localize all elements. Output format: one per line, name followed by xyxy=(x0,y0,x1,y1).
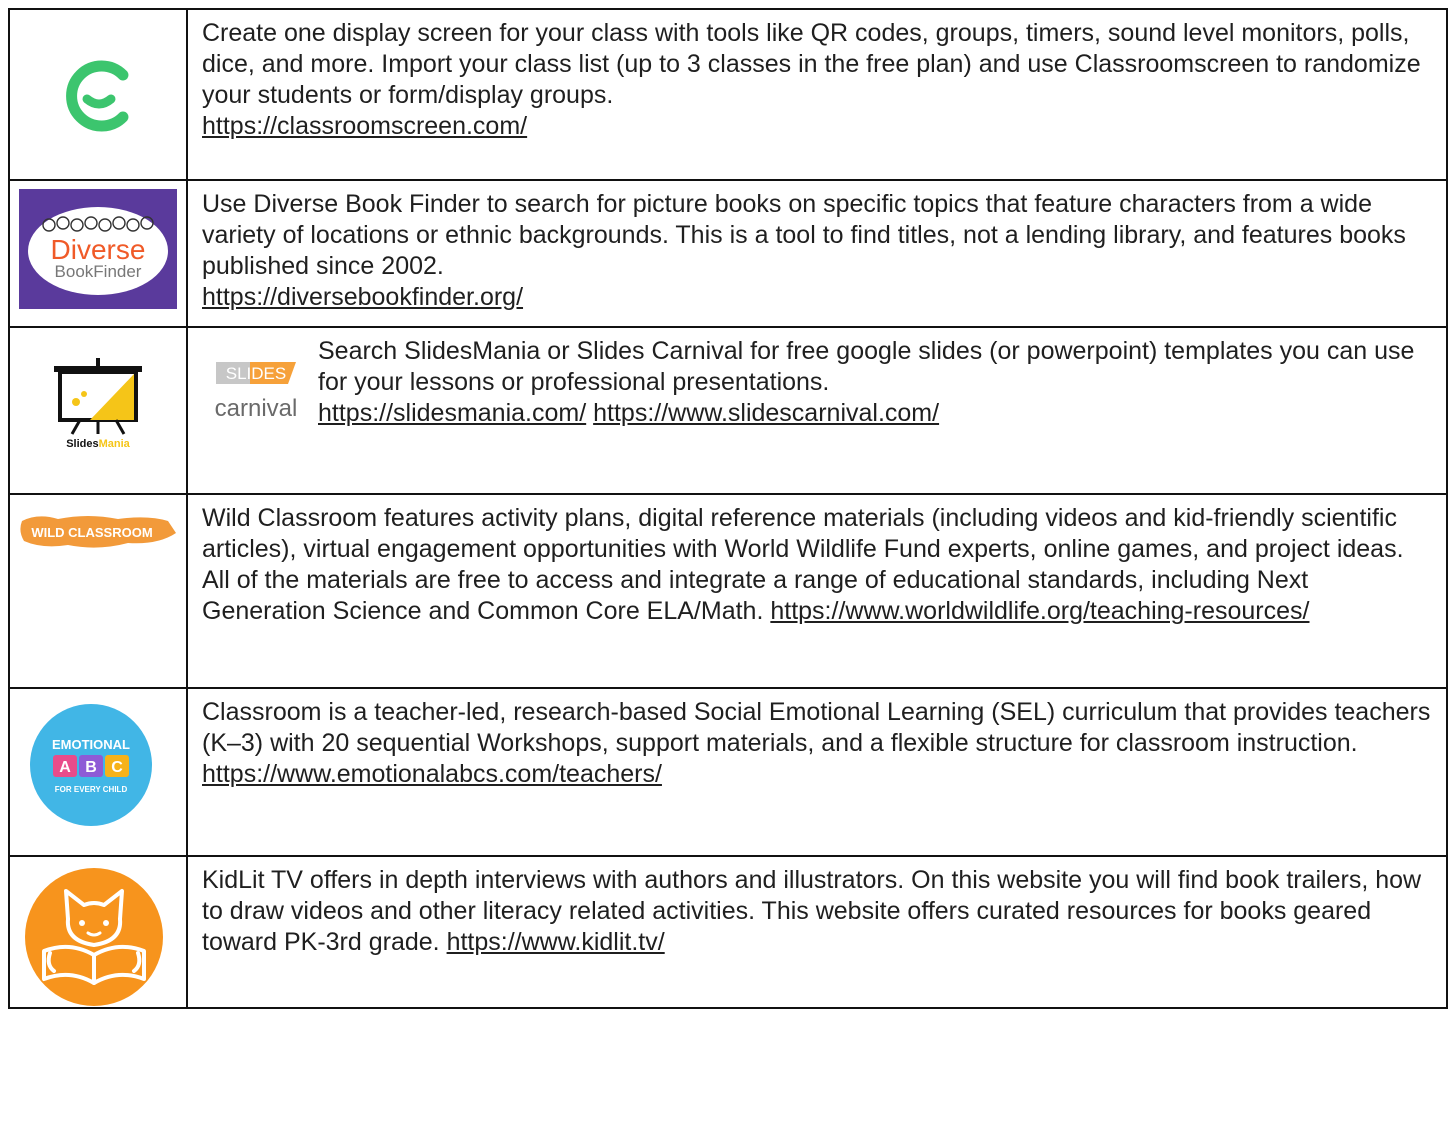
resource-link[interactable]: https://www.emotionalabcs.com/teachers/ xyxy=(202,760,662,788)
slides-carnival-logo: SLIDES carnival xyxy=(215,362,298,422)
wild-classroom-logo: WILD CLASSROOM xyxy=(20,516,177,548)
resource-description: Use Diverse Book Finder to search for pi… xyxy=(202,190,1406,280)
resource-description: Classroom is a teacher-led, research-bas… xyxy=(202,698,1431,757)
slidesmania-logo: SlidesMania xyxy=(54,358,142,448)
logo-subtext: FOR EVERY CHILD xyxy=(55,785,128,794)
logo-letter: C xyxy=(111,759,123,776)
description-cell: Create one display screen for your class… xyxy=(186,8,1448,181)
logo-text: SLIDES xyxy=(226,364,286,383)
kidlit-tv-logo xyxy=(25,868,163,1006)
table-row: KidLit TV offers in depth interviews wit… xyxy=(8,855,1448,1009)
resource-link[interactable]: https://slidesmania.com/ xyxy=(318,399,586,427)
diverse-bookfinder-logo: Diverse BookFinder xyxy=(19,189,177,309)
table-row: Diverse BookFinder Use Diverse Book Find… xyxy=(8,179,1448,328)
description-cell: Wild Classroom features activity plans, … xyxy=(186,493,1448,689)
resource-description: Create one display screen for your class… xyxy=(202,19,1421,109)
logo-cell: Diverse BookFinder xyxy=(8,179,188,328)
description-cell: KidLit TV offers in depth interviews wit… xyxy=(186,855,1448,1009)
description-cell: Classroom is a teacher-led, research-bas… xyxy=(186,687,1448,857)
classroomscreen-logo xyxy=(66,60,129,132)
resource-description: KidLit TV offers in depth interviews wit… xyxy=(202,866,1422,956)
svg-text:SlidesMania: SlidesMania xyxy=(66,438,130,448)
description-cell: SLIDES carnival Search SlidesMania or Sl… xyxy=(186,326,1448,495)
table-row: Create one display screen for your class… xyxy=(8,8,1448,181)
logo-cell xyxy=(8,8,188,181)
logo-letter: A xyxy=(59,759,71,776)
emotional-abcs-logo: EMOTIONAL A B C FOR EVERY CHILD xyxy=(30,704,152,826)
resource-link[interactable]: https://diversebookfinder.org/ xyxy=(202,283,523,311)
resource-link[interactable]: https://classroomscreen.com/ xyxy=(202,112,527,140)
logo-cell: SlidesMania xyxy=(8,326,188,495)
logo-subtext: BookFinder xyxy=(55,262,142,281)
resource-link-2[interactable]: https://www.slidescarnival.com/ xyxy=(593,399,939,427)
resources-table: Create one display screen for your class… xyxy=(8,8,1448,1009)
logo-text: Slides xyxy=(66,438,98,448)
logo-text: EMOTIONAL xyxy=(52,737,130,752)
resource-link[interactable]: https://www.kidlit.tv/ xyxy=(447,928,665,956)
logo-letter: B xyxy=(85,759,97,776)
table-row: SlidesMania SLIDES carnival Search Slide… xyxy=(8,326,1448,495)
logo-subtext: carnival xyxy=(215,395,298,422)
logo-cell: WILD CLASSROOM xyxy=(8,493,188,689)
logo-subtext: Mania xyxy=(99,438,131,448)
table-row: EMOTIONAL A B C FOR EVERY CHILD Classroo… xyxy=(8,687,1448,857)
logo-text: WILD CLASSROOM xyxy=(31,525,152,540)
resource-description: Search SlidesMania or Slides Carnival fo… xyxy=(318,337,1415,396)
resource-link[interactable]: https://www.worldwildlife.org/teaching-r… xyxy=(770,597,1309,625)
logo-cell xyxy=(8,855,188,1009)
logo-cell: EMOTIONAL A B C FOR EVERY CHILD xyxy=(8,687,188,857)
table-row: WILD CLASSROOM Wild Classroom features a… xyxy=(8,493,1448,689)
logo-text: Diverse xyxy=(51,234,146,265)
description-cell: Use Diverse Book Finder to search for pi… xyxy=(186,179,1448,328)
